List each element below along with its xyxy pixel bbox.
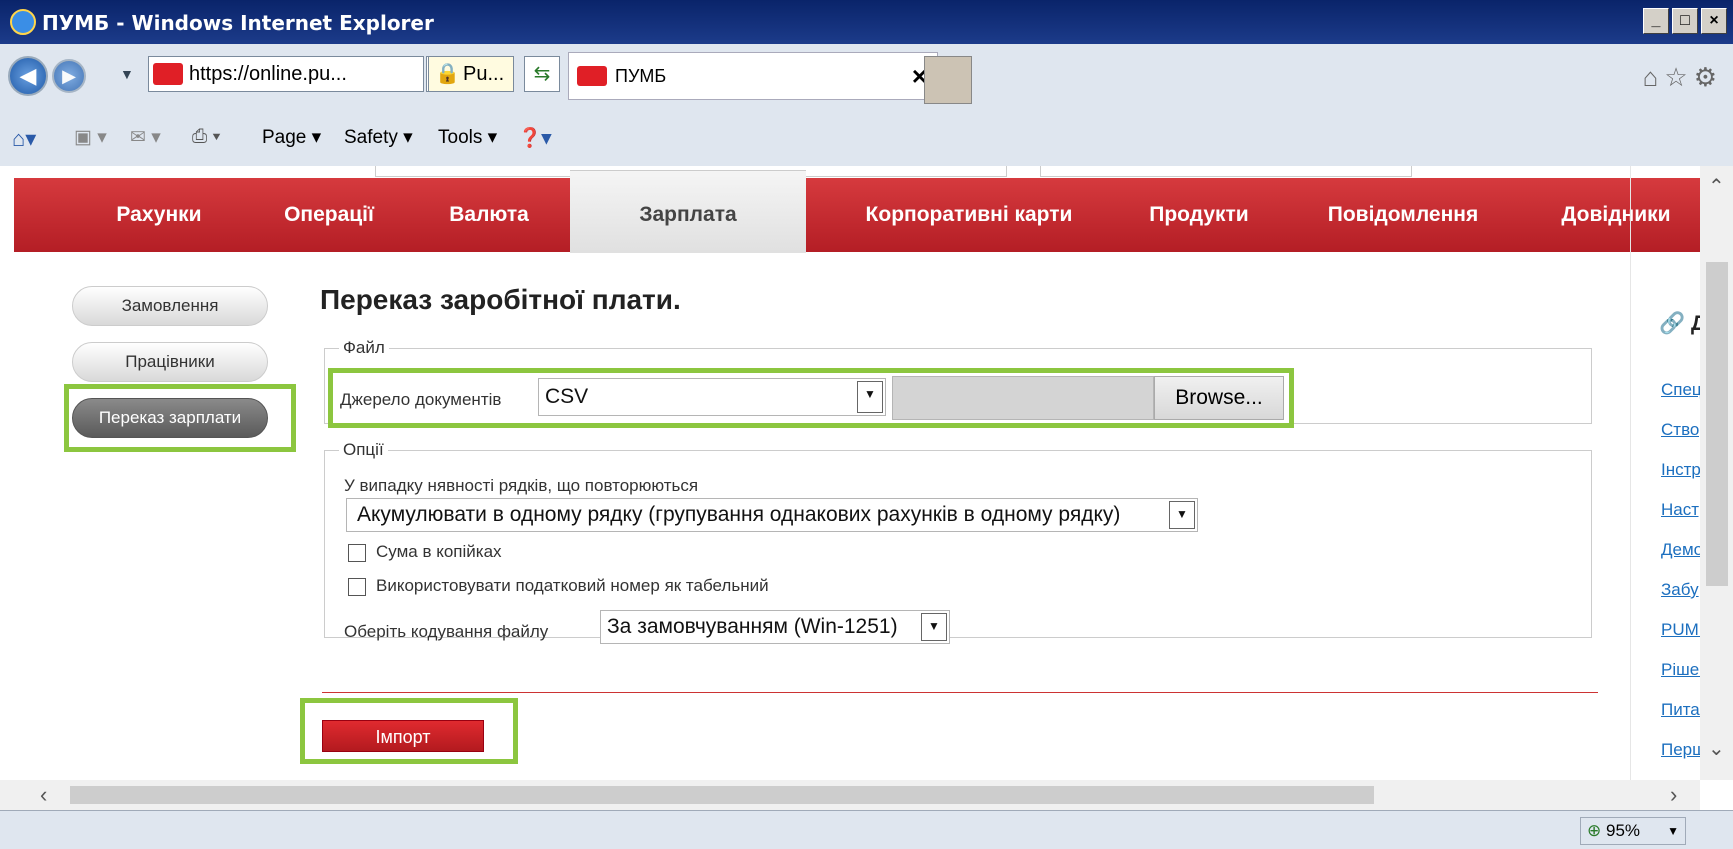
scroll-right-icon[interactable]: ›: [1670, 782, 1677, 808]
links-heading: 🔗 Де: [1659, 312, 1700, 336]
lock-icon: 🔒: [435, 63, 460, 85]
encoding-select[interactable]: За замовчуванням (Win-1251) ▼: [600, 610, 950, 644]
link-item[interactable]: Забу: [1661, 580, 1699, 600]
title-bar: ПУМБ - Windows Internet Explorer _ □ ×: [0, 0, 1733, 44]
back-icon[interactable]: ◀: [8, 56, 48, 96]
zoom-control[interactable]: ⊕ 95% ▼: [1580, 817, 1686, 845]
safety-menu[interactable]: Safety ▾: [344, 126, 413, 149]
vertical-scrollbar[interactable]: ⌃ ⌄: [1700, 166, 1733, 780]
new-tab-button[interactable]: [924, 56, 972, 104]
tools-menu[interactable]: Tools ▾: [438, 126, 497, 149]
sidebar-item-employees[interactable]: Працівники: [72, 342, 268, 382]
encoding-select-value: За замовчуванням (Win-1251): [607, 615, 898, 638]
close-button[interactable]: ×: [1701, 8, 1727, 34]
options-legend: Опції: [343, 440, 384, 459]
home-command-icon[interactable]: ⌂▾: [12, 126, 36, 152]
certificate-label: Pu...: [463, 63, 505, 85]
vertical-scroll-thumb[interactable]: [1706, 262, 1728, 586]
kopecks-checkbox[interactable]: [348, 544, 366, 562]
taxnum-label: Використовувати податковий номер як табе…: [376, 576, 769, 595]
tab-favicon-icon: [577, 66, 607, 86]
minimize-button[interactable]: _: [1643, 8, 1669, 34]
kopecks-label: Сума в копійках: [376, 542, 502, 561]
help-icon[interactable]: ❓▾: [518, 126, 551, 150]
scroll-left-icon[interactable]: ‹: [40, 782, 47, 808]
highlight-box-file: [328, 368, 1294, 428]
file-legend: Файл: [343, 338, 385, 357]
links-heading-text: Де: [1691, 312, 1700, 335]
zoom-dropdown-icon: ▼: [1667, 824, 1679, 838]
menu-item-corporate-cards[interactable]: Корпоративні карти: [814, 178, 1124, 252]
link-item[interactable]: Питан: [1661, 700, 1700, 720]
mail-icon[interactable]: ✉ ▾: [130, 126, 161, 149]
highlight-box-sidebar: [64, 384, 296, 452]
chevron-down-icon: ▼: [921, 613, 947, 641]
link-item[interactable]: Перш: [1661, 740, 1700, 760]
horizontal-scrollbar[interactable]: ‹ ›: [0, 780, 1700, 810]
link-item[interactable]: PUMB: [1661, 620, 1700, 640]
page-menu[interactable]: Page ▾: [262, 126, 321, 149]
main-menu: Рахунки Операції Валюта Зарплата Корпора…: [14, 170, 1700, 253]
address-text: https://online.pu...: [189, 63, 347, 85]
link-item[interactable]: Настр: [1661, 500, 1700, 520]
link-item[interactable]: Рішен: [1661, 660, 1700, 680]
favorites-star-icon[interactable]: ☆: [1664, 62, 1693, 92]
sidebar-item-orders[interactable]: Замовлення: [72, 286, 268, 326]
home-icon[interactable]: ⌂: [1643, 62, 1665, 92]
link-item[interactable]: Демо: [1661, 540, 1700, 560]
maximize-button[interactable]: □: [1672, 8, 1698, 34]
address-bar[interactable]: https://online.pu...: [148, 56, 424, 92]
right-links-panel: 🔗 Де Спец Створ Інстр Настр Демо Забу PU…: [1630, 166, 1700, 780]
page-title: Переказ заробітної плати.: [320, 284, 681, 315]
menu-item-currency[interactable]: Валюта: [414, 178, 564, 252]
tab-pumb[interactable]: ПУМБ ×: [568, 52, 938, 100]
history-dropdown-icon[interactable]: ▼: [120, 66, 134, 82]
tab-title: ПУМБ: [615, 66, 667, 86]
page-content: Рахунки Операції Валюта Зарплата Корпора…: [0, 166, 1700, 780]
options-fieldset: Опції: [324, 440, 1592, 638]
chevron-down-icon: ▼: [1169, 501, 1195, 529]
gear-icon[interactable]: ⚙: [1694, 62, 1723, 92]
scroll-down-icon[interactable]: ⌄: [1708, 736, 1725, 761]
duplicates-select-value: Акумулювати в одному рядку (групування о…: [357, 503, 1121, 526]
menu-item-operations[interactable]: Операції: [254, 178, 404, 252]
refresh-icon[interactable]: ⇆: [524, 56, 560, 92]
link-item[interactable]: Інстр: [1661, 460, 1700, 480]
link-item[interactable]: Створ: [1661, 420, 1700, 440]
site-favicon-icon: [153, 63, 183, 85]
status-bar: ⊕ 95% ▼: [0, 810, 1733, 849]
print-icon[interactable]: ⎙ ▾: [192, 126, 220, 148]
menu-item-messages[interactable]: Повідомлення: [1290, 178, 1516, 252]
browser-right-icons: ⌂☆⚙: [1643, 62, 1723, 93]
window-controls: _ □ ×: [1643, 8, 1727, 34]
link-item[interactable]: Спец: [1661, 380, 1700, 400]
horizontal-scroll-thumb[interactable]: [70, 786, 1374, 804]
duplicates-label: У випадку нявності рядків, що повторюють…: [344, 476, 699, 495]
browser-toolbar: ◀ ▶ ▼ https://online.pu... ⌕ 🔒 Pu... ⇆ П…: [0, 44, 1733, 166]
encoding-label: Оберіть кодування файлу: [344, 622, 549, 641]
zoom-value: 95%: [1605, 821, 1641, 840]
menu-item-products[interactable]: Продукти: [1124, 178, 1274, 252]
zoom-icon: ⊕: [1587, 821, 1602, 840]
window-title: ПУМБ - Windows Internet Explorer: [42, 11, 434, 35]
forward-icon[interactable]: ▶: [52, 59, 86, 93]
certificate-button[interactable]: 🔒 Pu...: [428, 56, 514, 92]
ie-logo-icon: [10, 9, 36, 35]
highlight-box-import: [300, 698, 518, 764]
menu-item-accounts[interactable]: Рахунки: [74, 178, 244, 252]
header-input-right: [1040, 166, 1412, 177]
duplicates-select[interactable]: Акумулювати в одному рядку (групування о…: [346, 498, 1198, 532]
link-chain-icon: 🔗: [1659, 312, 1686, 335]
scroll-up-icon[interactable]: ⌃: [1708, 174, 1725, 199]
divider: [322, 692, 1598, 693]
feeds-icon[interactable]: ▣ ▾: [74, 126, 107, 149]
menu-item-salary[interactable]: Зарплата: [570, 170, 806, 253]
taxnum-checkbox[interactable]: [348, 578, 366, 596]
